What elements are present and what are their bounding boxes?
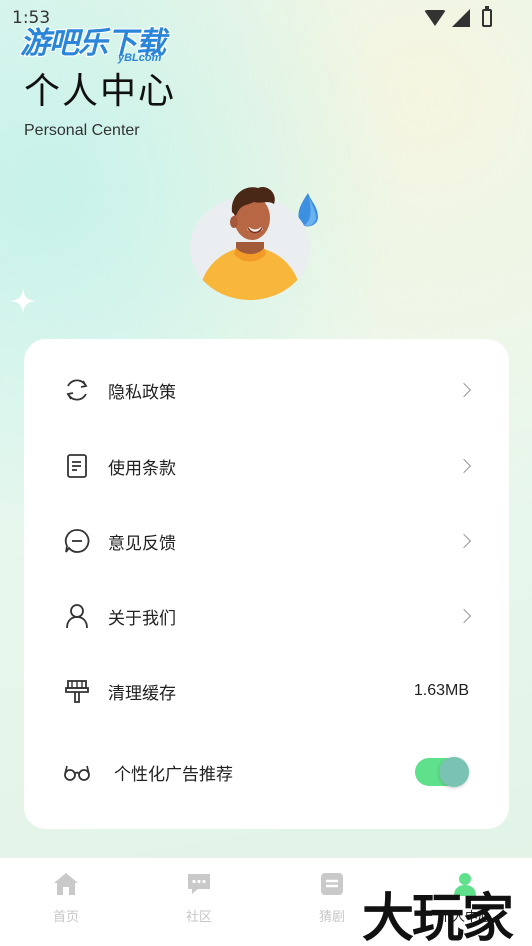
toggle-knob <box>439 757 469 787</box>
corner-watermark: 大玩家 <box>362 889 514 946</box>
menu-item-feedback[interactable]: 意见反馈 <box>24 511 509 571</box>
document-icon <box>67 454 87 478</box>
ad-recommend-label: 个性化广告推荐 <box>114 764 233 785</box>
person-icon <box>66 604 88 629</box>
menu-item-terms[interactable]: 使用条款 <box>24 436 509 496</box>
cache-label: 清理缓存 <box>108 683 176 704</box>
signal-icon <box>452 9 470 27</box>
status-icons <box>424 6 492 27</box>
cache-size: 1.63MB <box>413 682 469 699</box>
menu-item-label: 意见反馈 <box>108 533 176 554</box>
tab-label: 社区 <box>185 910 212 925</box>
menu-item-label: 使用条款 <box>108 458 176 479</box>
tab-home[interactable]: 首页 <box>26 872 106 925</box>
menu-item-label: 隐私政策 <box>108 382 176 403</box>
chevron-right-icon <box>456 533 472 549</box>
sparkle-icon <box>10 288 36 314</box>
refresh-icon <box>66 379 88 401</box>
menu-item-privacy[interactable]: 隐私政策 <box>24 360 509 420</box>
tab-community[interactable]: 社区 <box>159 872 239 925</box>
menu-item-ad-recommend: 个性化广告推荐 <box>24 742 509 802</box>
chevron-right-icon <box>456 382 472 398</box>
chat-bubble-icon <box>64 529 90 553</box>
wifi-icon <box>424 10 446 26</box>
brush-icon <box>65 680 89 703</box>
home-icon <box>54 873 78 895</box>
menu-item-label: 关于我们 <box>108 608 176 629</box>
avatar <box>190 186 310 300</box>
settings-card: 隐私政策 使用条款 意见反馈 关于我们 清理缓存 1.63MB 个性化广告推荐 <box>24 339 509 829</box>
ad-recommend-toggle[interactable] <box>415 757 469 787</box>
chevron-right-icon <box>456 608 472 624</box>
menu-item-about[interactable]: 关于我们 <box>24 586 509 646</box>
list-icon <box>321 873 343 895</box>
menu-item-clear-cache[interactable]: 清理缓存 1.63MB <box>24 661 509 721</box>
chevron-right-icon <box>456 458 472 474</box>
message-icon <box>188 874 210 894</box>
page-title: 个人中心 <box>24 71 177 112</box>
tab-guess[interactable]: 猜剧 <box>292 872 372 925</box>
tab-label: 猜剧 <box>318 910 345 925</box>
battery-icon <box>482 6 492 27</box>
tab-label: 首页 <box>52 910 79 925</box>
glasses-icon <box>64 765 90 781</box>
page-subtitle: Personal Center <box>24 122 140 139</box>
